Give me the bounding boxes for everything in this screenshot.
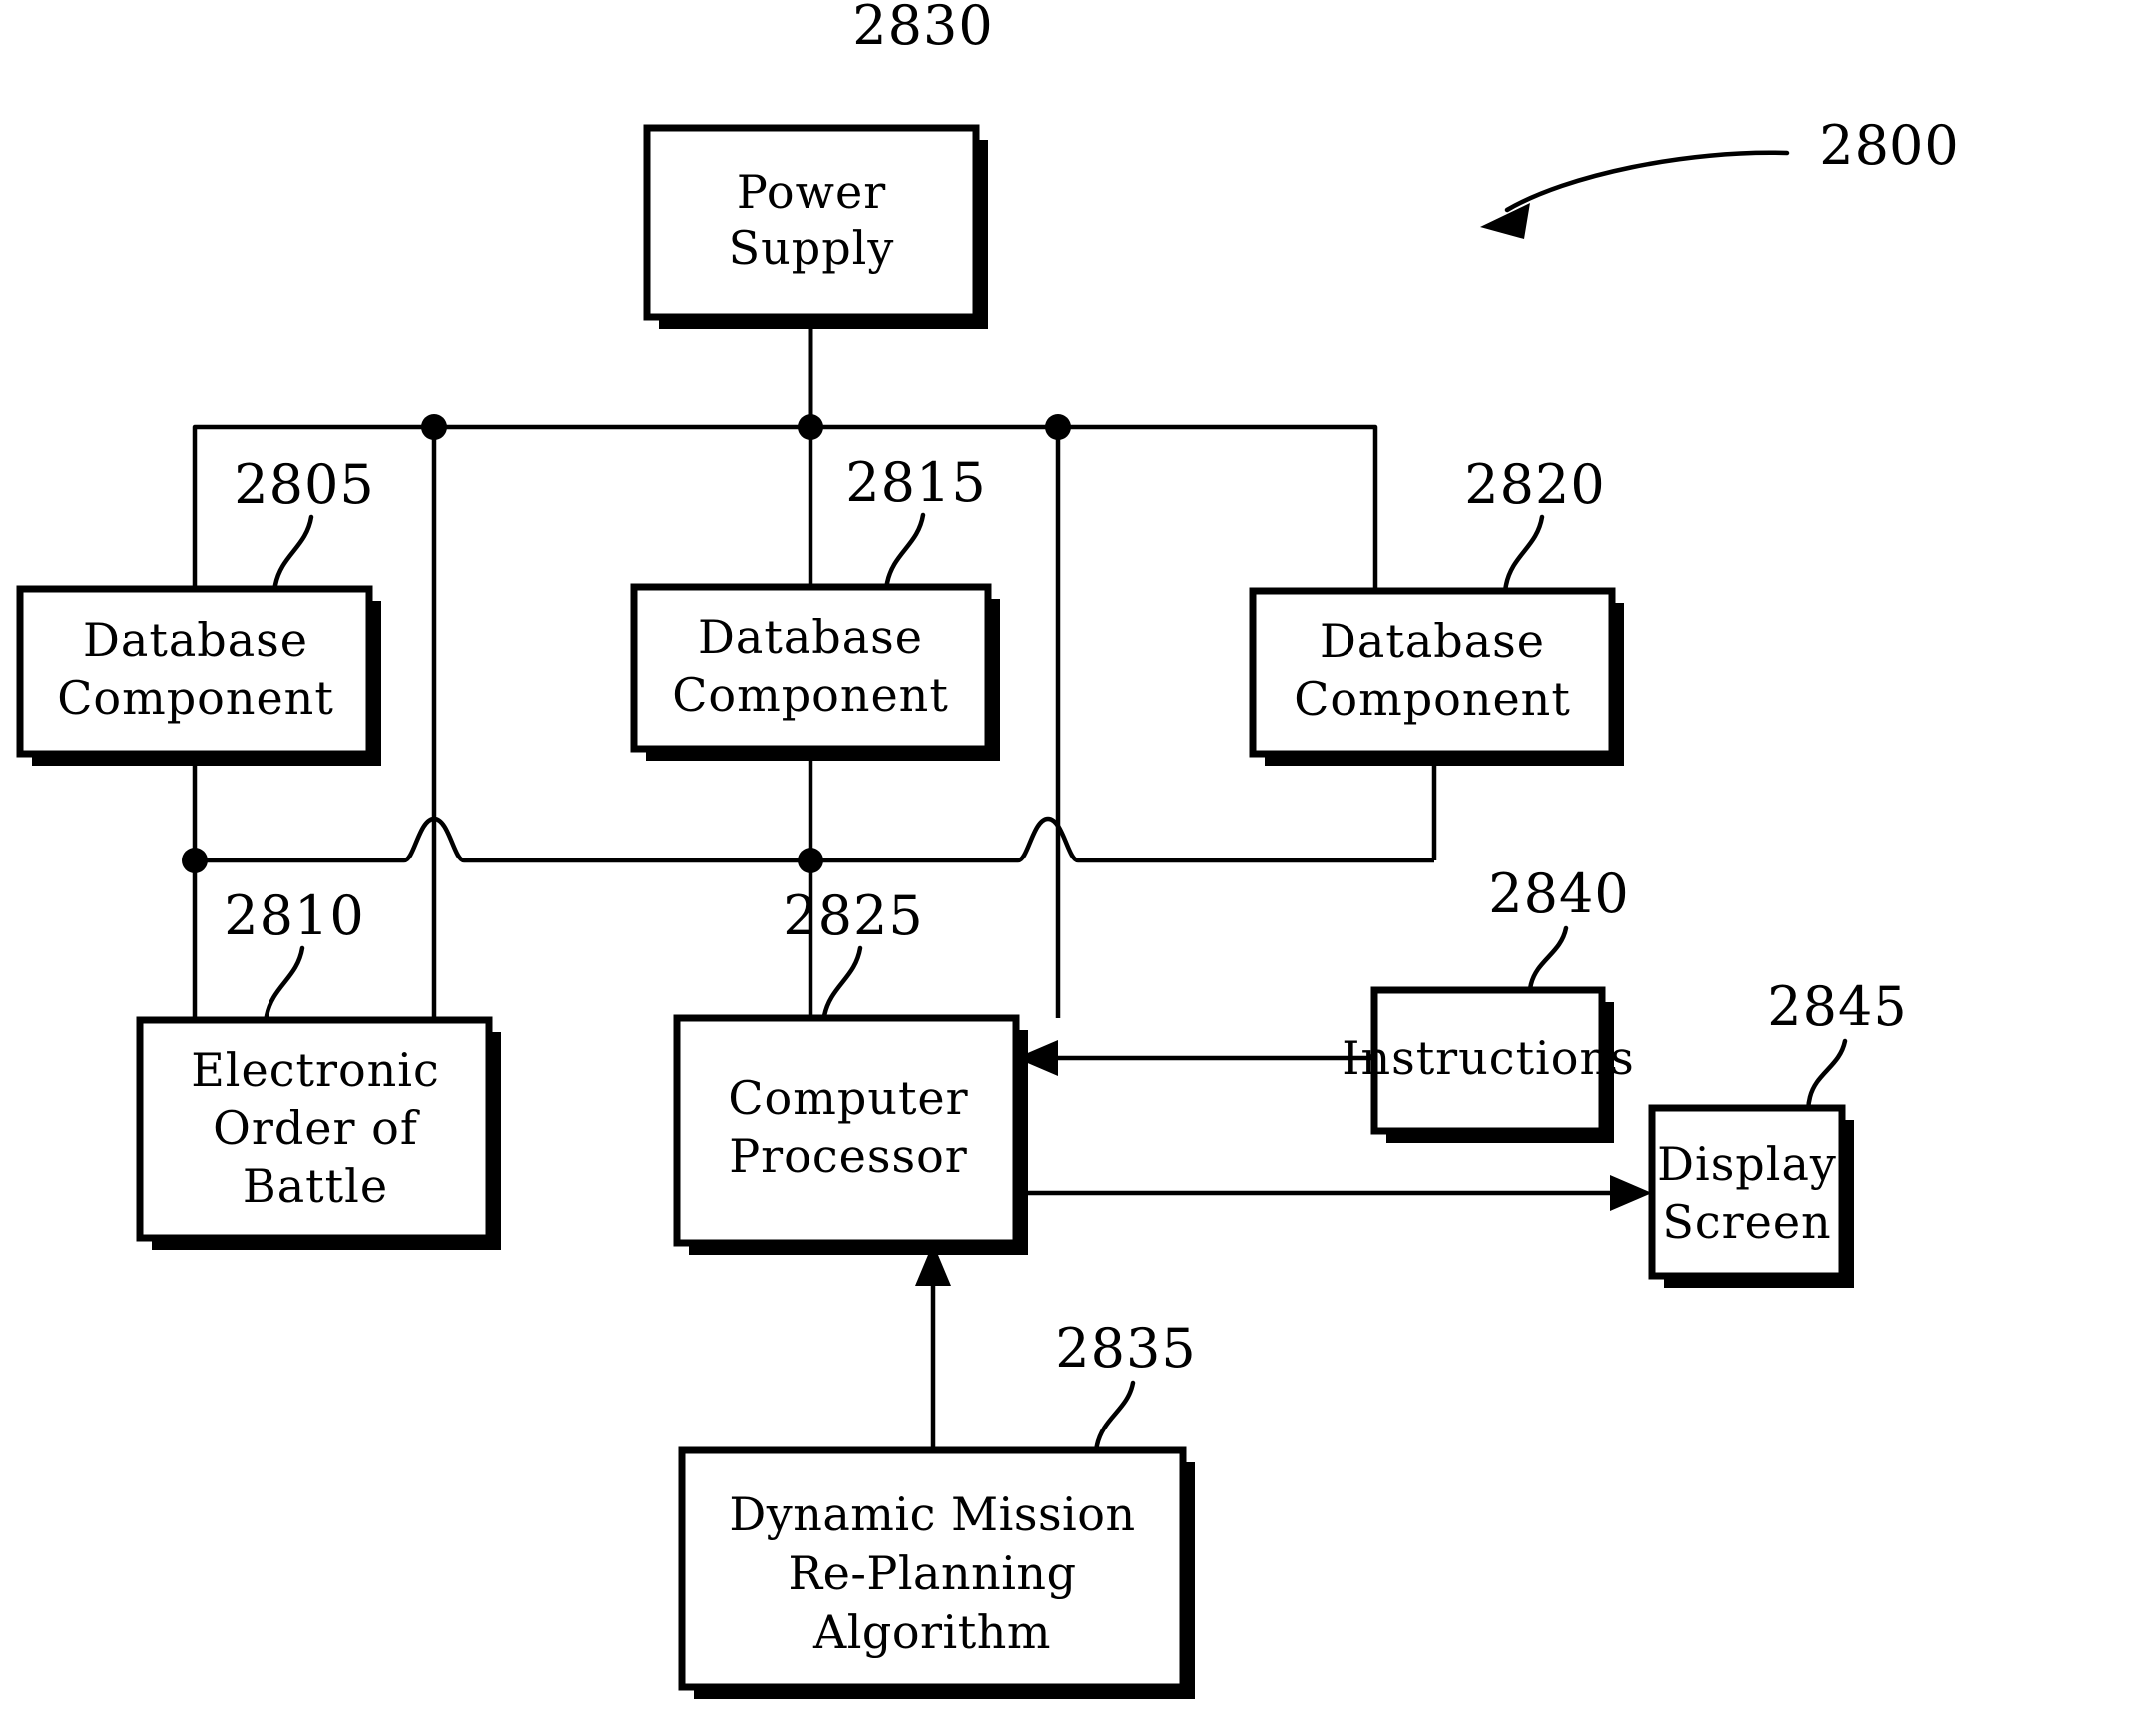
display-screen-frame — [1648, 1104, 1846, 1280]
eob-label-line-2: Order of — [213, 1101, 420, 1155]
junction-dot-bottom-195 — [182, 848, 208, 873]
box-dynamic-mission-replanning-algorithm[interactable]: Dynamic Mission Re-Planning Algorithm — [678, 1446, 1195, 1699]
database-left-label-line-2: Component — [57, 671, 334, 725]
box-computer-processor[interactable]: Computer Processor — [673, 1014, 1028, 1255]
database-left-label-line-1: Database — [83, 613, 308, 667]
block-diagram-svg: Power Supply 2830 2800 Database Componen… — [0, 0, 2156, 1715]
database-middle-label-line-1: Database — [698, 610, 923, 664]
display-screen-label-line-1: Display — [1657, 1137, 1837, 1191]
junction-dot-bottom-812 — [798, 848, 823, 873]
ref-number-2830: 2830 — [852, 0, 993, 57]
ref-number-2825: 2825 — [783, 884, 923, 947]
algorithm-label-line-3: Algorithm — [812, 1605, 1051, 1659]
computer-processor-label-line-1: Computer — [728, 1071, 968, 1125]
eob-label-line-3: Battle — [243, 1159, 388, 1213]
arrowhead-2800 — [1480, 203, 1530, 239]
ref-number-2800: 2800 — [1819, 114, 1959, 177]
algorithm-label-line-1: Dynamic Mission — [729, 1487, 1135, 1541]
ref-number-2815: 2815 — [845, 451, 986, 514]
ref-number-2835: 2835 — [1055, 1317, 1196, 1380]
box-instructions[interactable]: Instructions — [1342, 986, 1634, 1143]
junction-dot-top-1060 — [1045, 414, 1071, 440]
ref-number-2810: 2810 — [224, 884, 364, 947]
instructions-label: Instructions — [1342, 1031, 1634, 1085]
box-database-component-left[interactable]: Database Component — [16, 585, 381, 766]
leader-2800-curve — [1504, 150, 1790, 213]
junction-dot-top-812 — [798, 414, 823, 440]
algorithm-label-line-2: Re-Planning — [788, 1546, 1076, 1600]
box-database-component-middle[interactable]: Database Component — [630, 583, 1000, 761]
ref-number-2840: 2840 — [1488, 862, 1629, 925]
eob-label-line-1: Electronic — [191, 1043, 440, 1097]
box-electronic-order-of-battle[interactable]: Electronic Order of Battle — [136, 1016, 501, 1250]
box-power-supply[interactable]: Power Supply — [643, 124, 988, 329]
ref-number-2845: 2845 — [1767, 975, 1907, 1038]
ref-number-2820: 2820 — [1464, 453, 1605, 516]
database-right-label-line-2: Component — [1294, 672, 1571, 726]
junction-dot-top-435 — [421, 414, 447, 440]
box-display-screen[interactable]: Display Screen — [1648, 1104, 1854, 1288]
arrowhead-processor-to-display — [1610, 1175, 1652, 1211]
figure-canvas: Power Supply 2830 2800 Database Componen… — [0, 0, 2156, 1715]
display-screen-label-line-2: Screen — [1662, 1195, 1831, 1249]
computer-processor-label-line-2: Processor — [729, 1129, 968, 1183]
database-middle-label-line-2: Component — [672, 668, 949, 722]
box-database-component-right[interactable]: Database Component — [1249, 587, 1624, 766]
power-supply-label-line-2: Supply — [729, 221, 895, 275]
power-supply-label-line-1: Power — [737, 165, 886, 219]
ref-number-2805: 2805 — [234, 453, 374, 516]
database-right-label-line-1: Database — [1320, 614, 1545, 668]
